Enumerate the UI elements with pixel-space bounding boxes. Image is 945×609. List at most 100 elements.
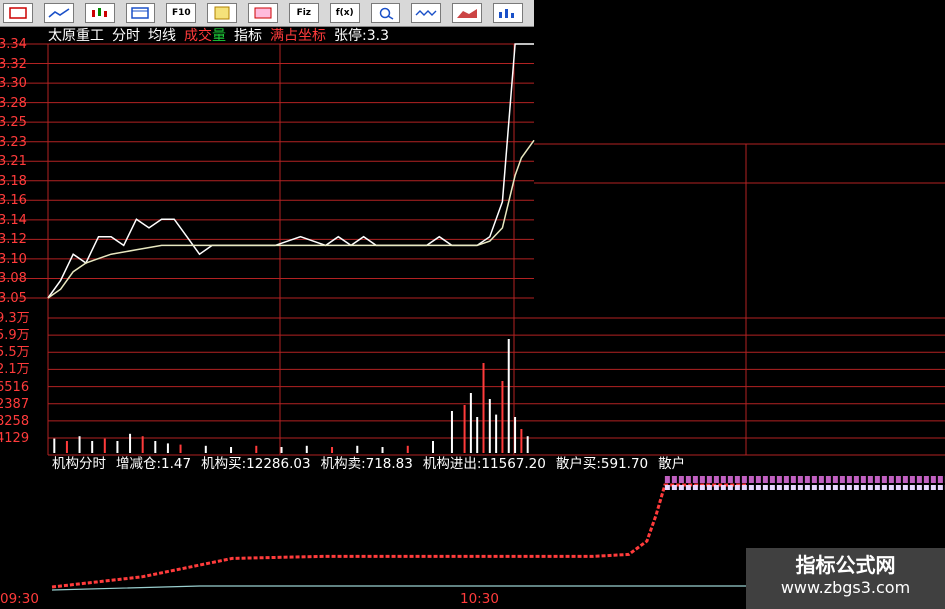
price-tick-label: 3.18 [0,173,27,189]
signal-block [706,476,712,483]
volume-tick-label: 2.1万 [0,362,30,378]
signal-block [769,485,775,490]
watermark-title: 指标公式网 [795,553,896,577]
institution-line [51,483,746,589]
signal-block [923,476,929,483]
price-tick-label: 3.32 [0,56,27,72]
tab-minute[interactable]: 分时 [112,27,140,45]
time-label-start: 09:30 [0,591,39,607]
price-tick-label: 3.25 [0,115,27,131]
price-tick-label: 3.30 [0,76,27,92]
watermark-logo: 指标公式网 www.zbgs3.com [746,548,945,609]
signal-block [776,485,782,490]
signal-block [692,476,698,483]
signal-block [853,485,859,490]
signal-block [748,476,754,483]
signal-block [755,485,761,490]
signal-block [916,485,922,490]
signal-block [881,485,887,490]
signal-block [713,485,719,490]
signal-block [804,485,810,490]
signal-block [930,476,936,483]
signal-block [860,485,866,490]
signal-block [895,485,901,490]
signal-block [727,476,733,483]
price-tick-label: 3.34 [0,37,27,52]
signal-block [678,476,684,483]
tab-volume[interactable]: 成交量 [184,27,226,45]
signal-block [839,485,845,490]
signal-block [902,476,908,483]
price-tick-label: 3.23 [0,134,27,150]
signal-block [734,485,740,490]
signal-block [797,476,803,483]
signal-block [811,476,817,483]
signal-block [930,485,936,490]
indicator-name[interactable]: 机构分时 [52,455,106,473]
time-label-1030: 10:30 [460,591,499,607]
signal-block [671,476,677,483]
signal-block [741,485,747,490]
signal-block [671,485,677,490]
tab-indicator[interactable]: 指标 [234,27,262,45]
retail-line [51,585,746,591]
signal-block [678,485,684,490]
signal-block [888,476,894,483]
signal-block [783,485,789,490]
signal-block [797,485,803,490]
signal-block [902,485,908,490]
price-tick-label: 3.05 [0,291,27,306]
signal-block [846,476,852,483]
volume-tick-label: 9.3万 [0,311,30,326]
signal-block [762,485,768,490]
signal-block [664,476,670,483]
chart-area [0,43,945,591]
signal-block [755,476,761,483]
signal-block [720,476,726,483]
signal-block [839,476,845,483]
signal-block [937,485,943,490]
volume-tick-label: 8258 [0,413,30,429]
limit-up-label: 张停:3.3 [334,28,389,44]
signal-block [825,485,831,490]
signal-block [685,476,691,483]
indicator-value: 机构进出:11567.20 [422,456,546,472]
signal-block [818,485,824,490]
tab-average-line[interactable]: 均线 [148,27,176,45]
full-coord-toggle[interactable]: 满占坐标 [270,27,326,45]
signal-block [790,485,796,490]
volume-tick-label: 4129 [0,431,30,446]
signal-block [853,476,859,483]
signal-block [692,485,698,490]
price-tick-label: 3.21 [0,154,27,170]
signal-block [685,485,691,490]
price-tick-label: 3.08 [0,271,27,287]
indicator-value: 机构买:12286.03 [201,456,311,472]
signal-block [699,476,705,483]
signal-block [916,476,922,483]
average-line [47,139,535,299]
signal-block [790,476,796,483]
signal-block [874,476,880,483]
signal-block [895,476,901,483]
signal-block [923,485,929,490]
signal-block [748,485,754,490]
indicator-value: 机构卖:718.83 [320,456,413,472]
signal-block [825,476,831,483]
signal-block [783,476,789,483]
signal-block [699,485,705,490]
signal-block [762,476,768,483]
signal-block [741,476,747,483]
indicator-bar: 机构分时 增减仓:1.47 机构买:12286.03 机构卖:718.83 机构… [52,455,945,473]
signal-block [769,476,775,483]
signal-block [860,476,866,483]
watermark-url: www.zbgs3.com [780,578,911,597]
signal-block [776,476,782,483]
volume-tick-label: 2387 [0,396,30,412]
indicator-value: 散户买:591.70 [555,456,649,472]
price-tick-label: 3.14 [0,212,27,228]
volume-tick-label: 5.5万 [0,345,30,361]
signal-block [846,485,852,490]
stock-name: 太原重工 [48,28,104,44]
price-tick-label: 3.12 [0,232,27,248]
